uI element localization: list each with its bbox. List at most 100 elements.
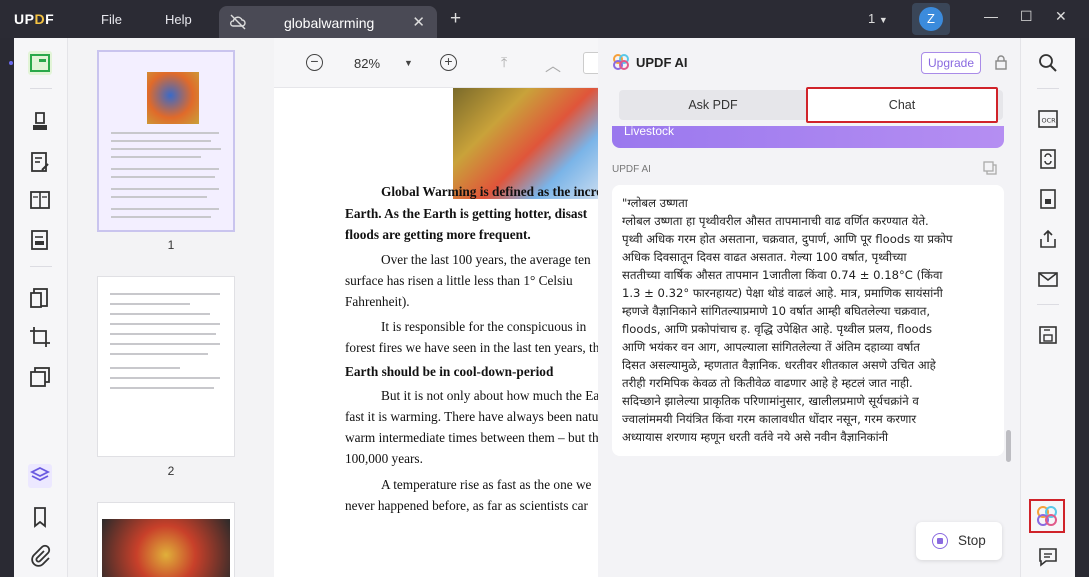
copy-icon[interactable] bbox=[982, 160, 998, 181]
svg-text:OCR: OCR bbox=[1042, 117, 1057, 125]
document-text-line: forest fires we have seen in the last te… bbox=[345, 340, 598, 355]
zoom-level[interactable]: 82% bbox=[354, 56, 380, 71]
thumb-line bbox=[110, 367, 180, 369]
first-page-icon[interactable]: ⤒ bbox=[501, 54, 507, 71]
thumb-line bbox=[111, 140, 211, 142]
page-view-icon[interactable] bbox=[28, 188, 52, 212]
thumb-line bbox=[111, 216, 211, 218]
lock-icon[interactable] bbox=[994, 54, 1008, 75]
thumb-line bbox=[110, 377, 220, 379]
ocr-icon[interactable]: OCR bbox=[1037, 108, 1059, 130]
document-text-line: It is responsible for the conspicuous in bbox=[381, 319, 587, 334]
crop-icon[interactable] bbox=[28, 325, 52, 349]
thumbnail-page-number: 1 bbox=[167, 238, 175, 252]
comment-icon[interactable] bbox=[1037, 546, 1059, 568]
thumb-line bbox=[111, 168, 219, 170]
document-text-line: fast it is warming. There have always be… bbox=[345, 409, 598, 424]
organize-pages-icon[interactable] bbox=[28, 286, 52, 310]
window-edge bbox=[1075, 38, 1089, 577]
thumb-line bbox=[111, 196, 207, 198]
layers-stack-icon[interactable] bbox=[28, 365, 52, 389]
chevron-down-icon: ▼ bbox=[878, 15, 888, 25]
protect-icon[interactable] bbox=[1037, 188, 1059, 210]
share-icon[interactable] bbox=[1037, 228, 1059, 250]
layers-icon[interactable] bbox=[28, 464, 52, 488]
search-icon[interactable] bbox=[1037, 52, 1059, 74]
save-icon[interactable] bbox=[1037, 324, 1059, 346]
document-text-line: Global Warming is defined as the incre bbox=[381, 184, 598, 199]
maximize-icon[interactable]: ☐ bbox=[1020, 8, 1033, 25]
thumb-line bbox=[110, 293, 220, 295]
thumb-line bbox=[111, 156, 201, 158]
tab-chat[interactable]: Chat bbox=[806, 87, 998, 123]
document-text-line: warm intermediate times between them – b… bbox=[345, 430, 598, 445]
cloud-off-icon bbox=[229, 14, 247, 35]
app-logo: UPDF bbox=[14, 11, 55, 27]
highlighter-icon[interactable] bbox=[28, 110, 52, 134]
document-text-line: Earth should be in cool-down-period bbox=[345, 364, 554, 379]
title-bar: UPDF File Help globalwarming ✕ + 1 ▼ Z —… bbox=[0, 0, 1089, 38]
bookmark-icon[interactable] bbox=[28, 505, 52, 529]
answer-author-label: UPDF AI bbox=[612, 164, 651, 175]
tab-close-icon[interactable]: ✕ bbox=[412, 13, 425, 31]
zoom-out-icon[interactable]: − bbox=[306, 54, 323, 71]
thumb-line bbox=[110, 387, 214, 389]
separator bbox=[30, 266, 52, 267]
email-icon[interactable] bbox=[1037, 268, 1059, 290]
stop-button[interactable]: Stop bbox=[916, 522, 1002, 560]
document-toolbar: − 82% ▼ + ⤒ ︿ bbox=[274, 38, 598, 88]
updf-ai-logo-icon bbox=[612, 53, 630, 76]
tab-title: globalwarming bbox=[284, 15, 375, 31]
zoom-in-icon[interactable]: + bbox=[440, 54, 457, 71]
thumbnail-panel: 1 2 bbox=[68, 38, 274, 577]
window-selector[interactable]: 1 ▼ bbox=[868, 11, 888, 26]
close-window-icon[interactable]: ✕ bbox=[1055, 8, 1067, 25]
form-icon[interactable] bbox=[28, 228, 52, 252]
menu-file[interactable]: File bbox=[101, 12, 122, 27]
thumbnail-page-1[interactable] bbox=[97, 50, 235, 232]
thumb-line bbox=[110, 333, 216, 335]
stop-label: Stop bbox=[958, 533, 986, 548]
thumbnail-image bbox=[102, 519, 230, 577]
tab-ask-pdf[interactable]: Ask PDF bbox=[619, 90, 807, 120]
ai-tabs: Ask PDF Chat bbox=[619, 87, 1003, 123]
document-text-line: never happened before, as far as scienti… bbox=[345, 498, 588, 513]
reader-icon[interactable] bbox=[28, 51, 52, 75]
stop-icon bbox=[932, 533, 948, 549]
page-number-input[interactable] bbox=[583, 52, 598, 74]
updf-ai-button[interactable] bbox=[1029, 499, 1065, 533]
add-tab-button[interactable]: + bbox=[450, 8, 461, 30]
ai-answer-bubble: "ग्लोबल उष्णता ग्लोबल उष्णता हा पृथ्वीवर… bbox=[612, 185, 1004, 456]
thumbnail-page-2[interactable] bbox=[97, 276, 235, 457]
thumb-line bbox=[110, 353, 208, 355]
avatar[interactable]: Z bbox=[919, 7, 943, 31]
document-text-line: Earth. As the Earth is getting hotter, d… bbox=[345, 206, 588, 221]
thumb-line bbox=[111, 188, 219, 190]
minimize-icon[interactable]: — bbox=[984, 8, 998, 24]
document-viewer: − 82% ▼ + ⤒ ︿ Global Warming is defined … bbox=[274, 38, 598, 577]
thumbnail-page-3[interactable] bbox=[97, 502, 235, 577]
thumbnail-page-number: 2 bbox=[167, 464, 175, 478]
attachment-icon[interactable] bbox=[28, 544, 52, 568]
thumb-line bbox=[111, 176, 215, 178]
convert-icon[interactable] bbox=[1037, 148, 1059, 170]
document-text-line: surface has risen a little less than 1° … bbox=[345, 273, 573, 288]
upgrade-button[interactable]: Upgrade bbox=[921, 52, 981, 74]
previous-page-icon[interactable]: ︿ bbox=[545, 52, 561, 76]
document-text-line: Fahrenheit). bbox=[345, 294, 410, 309]
menu-help[interactable]: Help bbox=[165, 12, 192, 27]
zoom-dropdown-icon[interactable]: ▼ bbox=[404, 58, 413, 68]
document-text-line: But it is not only about how much the Ea bbox=[381, 388, 598, 403]
document-tab[interactable]: globalwarming ✕ bbox=[219, 6, 437, 38]
answer-scrollbar[interactable] bbox=[1006, 430, 1011, 462]
indicator-dot bbox=[9, 61, 13, 65]
thumb-line bbox=[110, 303, 190, 305]
document-text-line: floods are getting more frequent. bbox=[345, 227, 531, 242]
thumb-line bbox=[111, 132, 219, 134]
pdf-page: Global Warming is defined as the incre Ea… bbox=[274, 88, 598, 577]
ai-panel-title: UPDF AI bbox=[636, 55, 688, 70]
thumbnail-image bbox=[147, 72, 199, 124]
separator bbox=[30, 88, 52, 89]
ai-panel: UPDF AI Upgrade Ask PDF Chat Livestock U… bbox=[598, 38, 1020, 577]
edit-pdf-icon[interactable] bbox=[28, 150, 52, 174]
